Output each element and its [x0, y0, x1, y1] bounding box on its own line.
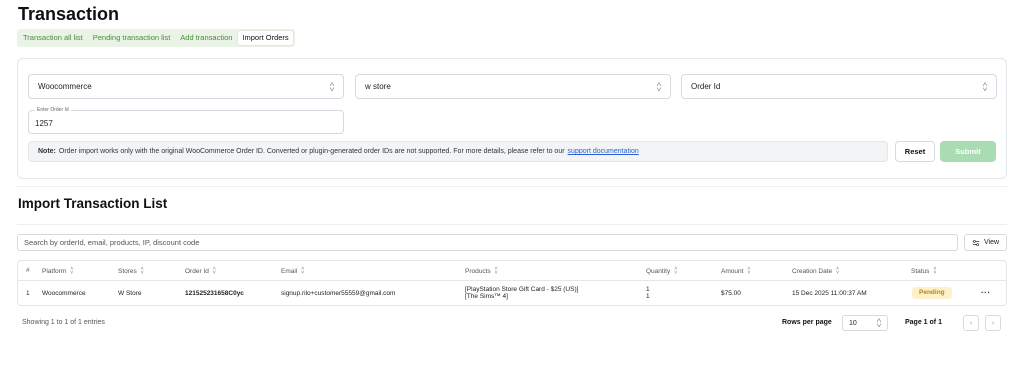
- cell-creation-date: 15 Dec 2025 11:00:37 AM: [792, 290, 867, 297]
- order-id-label: Enter Order Id: [35, 107, 71, 113]
- tab-bar: Transaction all list Pending transaction…: [17, 29, 295, 47]
- next-page-button[interactable]: ›: [985, 315, 1001, 331]
- view-button-label: View: [983, 239, 1000, 246]
- chevron-left-icon: ‹: [969, 319, 973, 327]
- note-prefix: Note:: [38, 148, 56, 155]
- column-header-platform[interactable]: Platform ˄ ˅: [42, 266, 74, 276]
- section-divider: [17, 186, 1007, 187]
- column-header-index: #: [26, 267, 30, 274]
- column-header-quantity[interactable]: Quantity ˄ ˅: [646, 266, 678, 276]
- status-badge: Pending: [912, 287, 952, 299]
- column-header-amount[interactable]: Amount ˄ ˅: [721, 266, 751, 276]
- column-header-order-id[interactable]: Order Id ˄ ˅: [185, 266, 216, 276]
- store-select-value: w store: [365, 82, 391, 91]
- sort-icon: ˄ ˅: [836, 266, 840, 276]
- cell-products: [PlayStation Store Gift Card - $25 (US)]…: [465, 286, 578, 300]
- tab-add-transaction[interactable]: Add transaction: [176, 31, 236, 45]
- sort-icon: ˄ ˅: [674, 266, 678, 276]
- store-select[interactable]: w store ˄ ˅: [355, 74, 671, 99]
- import-note: Note: Order import works only with the o…: [28, 141, 888, 162]
- chevron-right-icon: ›: [991, 319, 995, 327]
- search-input[interactable]: Search by orderId, email, products, IP, …: [17, 234, 958, 251]
- page-indicator: Page 1 of 1: [905, 319, 942, 326]
- chevron-up-down-icon: ˄ ˅: [329, 81, 335, 94]
- platform-select[interactable]: Woocommerce ˄ ˅: [28, 74, 344, 99]
- quantity-item: 1: [646, 293, 650, 300]
- chevron-up-down-icon: ˄ ˅: [876, 318, 882, 330]
- column-header-status[interactable]: Status ˄ ˅: [911, 266, 937, 276]
- tab-transaction-all-list[interactable]: Transaction all list: [19, 31, 87, 45]
- platform-select-value: Woocommerce: [38, 82, 92, 91]
- sort-icon: ˄ ˅: [212, 266, 216, 276]
- column-header-stores[interactable]: Stores ˄ ˅: [118, 266, 144, 276]
- sort-icon: ˄ ˅: [70, 266, 74, 276]
- sort-icon: ˄ ˅: [933, 266, 937, 276]
- sort-icon: ˄ ˅: [747, 266, 751, 276]
- quantity-item: 1: [646, 286, 650, 293]
- chevron-up-down-icon: ˄ ˅: [982, 81, 988, 94]
- sort-icon: ˄ ˅: [494, 266, 498, 276]
- column-header-products[interactable]: Products ˄ ˅: [465, 266, 498, 276]
- page-title: Transaction: [18, 4, 120, 24]
- column-header-email[interactable]: Email ˄ ˅: [281, 266, 305, 276]
- chevron-up-down-icon: ˄ ˅: [656, 81, 662, 94]
- product-item: [PlayStation Store Gift Card - $25 (US)]: [465, 286, 579, 293]
- tab-pending-transaction-list[interactable]: Pending transaction list: [89, 31, 175, 45]
- import-table: # Platform ˄ ˅ Stores ˄ ˅ Order Id ˄ ˅ Email ˄ ˅…: [17, 260, 1007, 306]
- row-actions-button[interactable]: ···: [981, 288, 991, 297]
- sort-icon: ˄ ˅: [301, 266, 305, 276]
- column-header-creation-date[interactable]: Creation Date ˄ ˅: [792, 266, 840, 276]
- view-button[interactable]: View: [964, 234, 1007, 251]
- entries-summary: Showing 1 to 1 of 1 entries: [22, 319, 105, 326]
- order-id-value: 1257: [35, 119, 53, 128]
- cell-amount: $75.00: [721, 290, 741, 297]
- cell-store: W Store: [118, 290, 142, 297]
- import-by-select[interactable]: Order Id ˄ ˅: [681, 74, 997, 99]
- rows-per-page-select[interactable]: 10 ˄ ˅: [842, 315, 888, 331]
- reset-button[interactable]: Reset: [895, 141, 935, 162]
- support-documentation-link[interactable]: support documentation: [568, 148, 639, 155]
- import-list-title: Import Transaction List: [18, 196, 168, 211]
- note-text: Order import works only with the origina…: [58, 148, 565, 155]
- rows-per-page-label: Rows per page: [782, 319, 832, 326]
- title-divider: [17, 224, 1007, 225]
- order-id-field[interactable]: Enter Order Id 1257: [28, 107, 344, 134]
- cell-order-id: 121525231658C0yc: [185, 290, 244, 297]
- product-item: [The Sims™ 4]: [465, 293, 508, 300]
- cell-quantity: 1 1: [646, 286, 650, 300]
- tab-import-orders[interactable]: Import Orders: [238, 31, 293, 45]
- sort-icon: ˄ ˅: [140, 266, 144, 276]
- cell-index: 1: [26, 290, 30, 297]
- header-divider: [18, 280, 1006, 281]
- cell-email: signup.rilo+customer55559@gmail.com: [281, 290, 396, 297]
- rows-per-page-value: 10: [849, 319, 857, 327]
- sliders-icon: [972, 239, 980, 246]
- submit-button[interactable]: Submit: [940, 141, 996, 162]
- prev-page-button[interactable]: ‹: [963, 315, 979, 331]
- import-form-card: Woocommerce ˄ ˅ w store ˄ ˅ Order Id ˄ ˅ En…: [17, 58, 1007, 179]
- import-by-select-value: Order Id: [691, 82, 721, 91]
- cell-platform: Woocommerce: [42, 290, 86, 297]
